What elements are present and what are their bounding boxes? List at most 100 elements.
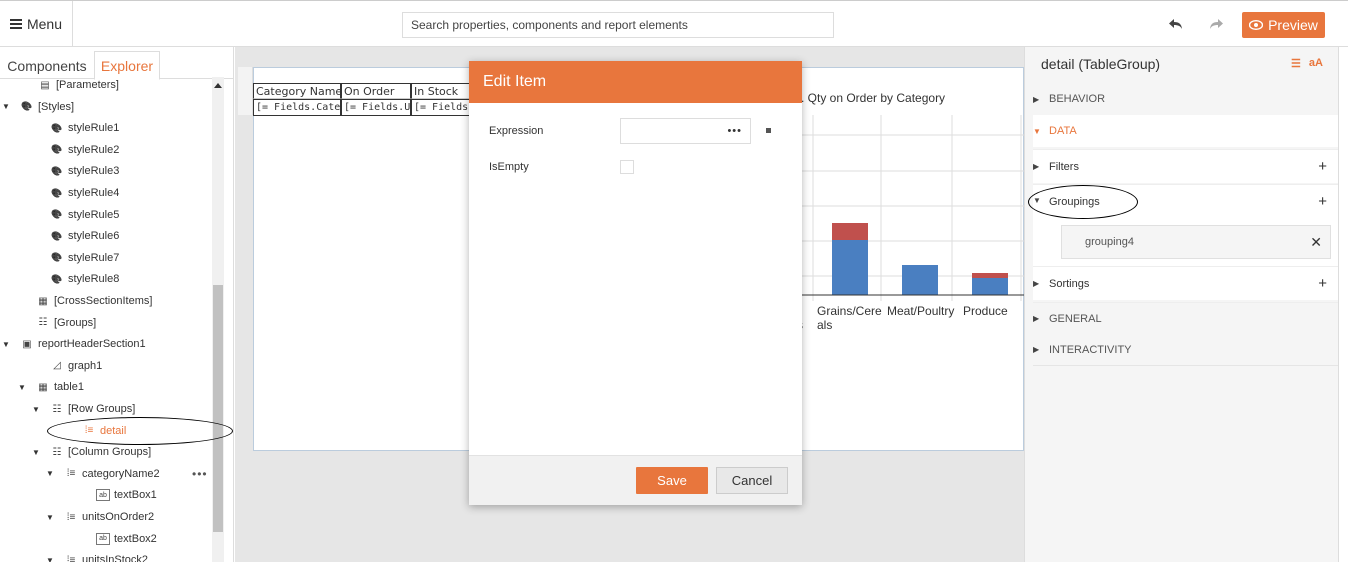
expression-clear-icon[interactable] xyxy=(766,128,771,133)
tree-node-label: styleRule4 xyxy=(68,187,120,199)
tree-node[interactable]: ▼ ▣ reportHeaderSection1 xyxy=(2,334,146,354)
tree-node[interactable]: 🎨 styleRule7 xyxy=(50,248,119,268)
tree-node[interactable]: ▼ 🎨 [Styles] xyxy=(2,97,74,117)
add-sorting-icon[interactable]: + xyxy=(1318,275,1327,292)
table-cell[interactable]: [= Fields.Ur xyxy=(411,99,471,116)
tree-node[interactable]: ▼ ☷ [Row Groups] xyxy=(32,399,135,419)
tab-explorer[interactable]: Explorer xyxy=(94,51,160,80)
tree-node[interactable]: ▼ ⁞≡ unitsInStock2 xyxy=(46,550,148,562)
chart-bar xyxy=(832,223,868,240)
expression-label: Expression xyxy=(489,125,544,137)
palette-icon: 🎨 xyxy=(51,165,63,176)
properties-panel: detail (TableGroup) ☰ aA ▶ BEHAVIOR ▼ DA… xyxy=(1024,47,1339,562)
menu-button[interactable]: Menu xyxy=(0,1,73,47)
table-header-cell[interactable]: In Stock xyxy=(411,83,471,99)
tree-node[interactable]: 🎨 styleRule4 xyxy=(50,183,119,203)
chevron-down-icon: ▼ xyxy=(1033,126,1041,136)
tree-node[interactable]: ▦ [CrossSectionItems] xyxy=(36,291,152,311)
grid-icon: ▦ xyxy=(38,295,48,307)
textbox-icon: ab xyxy=(96,489,110,502)
category-tick-label: Grains/Cere xyxy=(817,304,882,318)
tree-node-label: graph1 xyxy=(68,359,103,372)
search-input[interactable] xyxy=(402,12,834,38)
table-cell[interactable]: [= Fields.Unit xyxy=(341,99,411,116)
categorized-view-icon[interactable]: ☰ xyxy=(1291,57,1301,70)
tab-components[interactable]: Components xyxy=(4,51,90,80)
tree-node-label: textBox2 xyxy=(114,532,157,545)
palette-icon: 🎨 xyxy=(51,209,63,220)
cancel-button[interactable]: Cancel xyxy=(716,467,788,494)
chart-title: s. Qty on Order by Category xyxy=(795,91,946,105)
expand-toggle-icon[interactable]: ▼ xyxy=(32,448,42,457)
tree-node[interactable]: ab textBox1 xyxy=(96,485,157,505)
dialog-footer: Save Cancel xyxy=(469,455,802,505)
preview-button[interactable]: Preview xyxy=(1242,12,1325,38)
save-button[interactable]: Save xyxy=(636,467,708,494)
isempty-checkbox[interactable] xyxy=(620,160,634,174)
palette-icon: 🎨 xyxy=(51,252,63,263)
edit-item-dialog: Edit Item Expression ••• IsEmpty Save Ca… xyxy=(469,61,802,505)
alphabetical-view-icon[interactable]: aA xyxy=(1309,57,1323,70)
scroll-up-arrow-icon[interactable] xyxy=(214,83,222,88)
tree-node[interactable]: 🎨 styleRule8 xyxy=(50,269,119,289)
chevron-right-icon: ▶ xyxy=(1033,279,1040,288)
panel-view-icons: ☰ aA xyxy=(1291,57,1323,70)
remove-grouping-icon[interactable]: ✕ xyxy=(1310,234,1322,251)
redo-icon[interactable] xyxy=(1207,15,1225,33)
expression-editor-icon[interactable]: ••• xyxy=(727,125,742,137)
section-label: BEHAVIOR xyxy=(1049,93,1106,105)
expand-toggle-icon[interactable]: ▼ xyxy=(32,405,42,414)
tree-node[interactable]: 🎨 styleRule3 xyxy=(50,161,119,181)
highlight-ellipse xyxy=(1028,185,1138,219)
tree-node[interactable]: ab textBox2 xyxy=(96,529,157,549)
tree-node[interactable]: ▤ [Parameters] xyxy=(38,77,119,95)
tree-node[interactable]: ▼ ▦ table1 xyxy=(18,377,84,397)
bar-chart[interactable]: Grains/CerealsMeat/PoultryProduces xyxy=(795,107,1024,352)
table-header-cell[interactable]: Category Name xyxy=(253,83,341,99)
tree-node-label: unitsInStock2 xyxy=(82,554,149,562)
filters-row[interactable]: ▶ Filters + xyxy=(1033,149,1339,183)
top-toolbar: Menu Preview xyxy=(0,0,1348,47)
expression-field[interactable]: ••• xyxy=(620,118,751,144)
table-cell[interactable]: [= Fields.Catego xyxy=(253,99,341,116)
chevron-right-icon: ▶ xyxy=(1033,345,1040,354)
more-options-icon[interactable]: ••• xyxy=(192,467,208,481)
tree-node-label: styleRule6 xyxy=(68,230,120,243)
sortings-row[interactable]: ▶ Sortings + xyxy=(1033,266,1339,300)
tree-node-label: table1 xyxy=(54,381,84,394)
expand-toggle-icon[interactable]: ▼ xyxy=(2,340,12,349)
table-header-cell[interactable]: On Order xyxy=(341,83,411,99)
tree-scrollbar[interactable] xyxy=(212,77,224,562)
tree-node[interactable]: ▼ ⁞≡ unitsOnOrder2 xyxy=(46,507,154,527)
expand-toggle-icon[interactable]: ▼ xyxy=(46,556,56,562)
expand-toggle-icon[interactable]: ▼ xyxy=(18,383,28,392)
tree-node[interactable]: ▼ ☷ [Column Groups] xyxy=(32,442,151,462)
tree-node[interactable]: 🎨 styleRule6 xyxy=(50,226,119,246)
chevron-right-icon: ▶ xyxy=(1033,314,1040,323)
expand-toggle-icon[interactable]: ▼ xyxy=(46,513,56,522)
tree-node-label: unitsOnOrder2 xyxy=(82,511,155,523)
chevron-right-icon: ▶ xyxy=(1033,162,1040,171)
expand-toggle-icon[interactable]: ▼ xyxy=(46,469,56,478)
add-grouping-icon[interactable]: + xyxy=(1318,193,1327,210)
highlight-ellipse xyxy=(47,417,233,445)
group-item-icon: ⁞≡ xyxy=(66,468,76,480)
tree-node[interactable]: 🎨 styleRule5 xyxy=(50,205,119,225)
tree-node-label: [Column Groups] xyxy=(68,446,152,459)
undo-icon[interactable] xyxy=(1167,15,1185,33)
expand-toggle-icon[interactable]: ▼ xyxy=(2,102,12,111)
scroll-thumb[interactable] xyxy=(213,285,223,532)
tree-node[interactable]: 🎨 styleRule2 xyxy=(50,140,119,160)
section-interactivity[interactable]: ▶ INTERACTIVITY xyxy=(1033,334,1339,366)
section-data[interactable]: ▼ DATA xyxy=(1033,115,1339,147)
palette-icon: 🎨 xyxy=(51,230,63,241)
add-filter-icon[interactable]: + xyxy=(1318,158,1327,175)
tree-node[interactable]: ☷ [Groups] xyxy=(36,313,97,333)
tree-node[interactable]: ▼ ⁞≡ categoryName2 xyxy=(46,464,160,484)
section-behavior[interactable]: ▶ BEHAVIOR xyxy=(1033,83,1339,115)
tree-node[interactable]: ◿ graph1 xyxy=(50,356,102,376)
section-general[interactable]: ▶ GENERAL xyxy=(1033,302,1339,334)
tree-node[interactable]: 🎨 styleRule1 xyxy=(50,118,119,138)
page-scrollbar[interactable] xyxy=(1338,47,1348,562)
grouping-item[interactable]: grouping4 ✕ xyxy=(1061,225,1331,259)
